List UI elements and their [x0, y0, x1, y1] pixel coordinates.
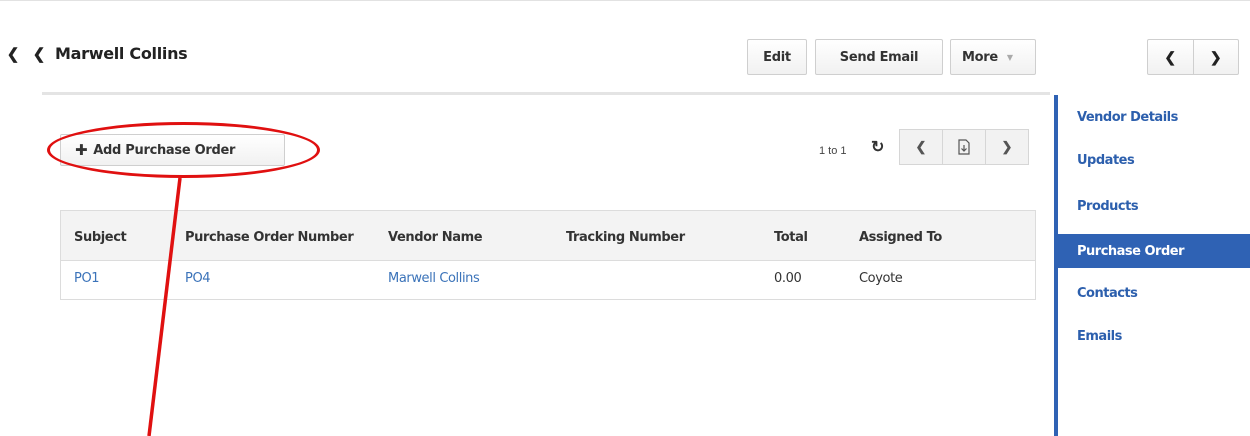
annotation-arrow-line	[147, 177, 182, 436]
